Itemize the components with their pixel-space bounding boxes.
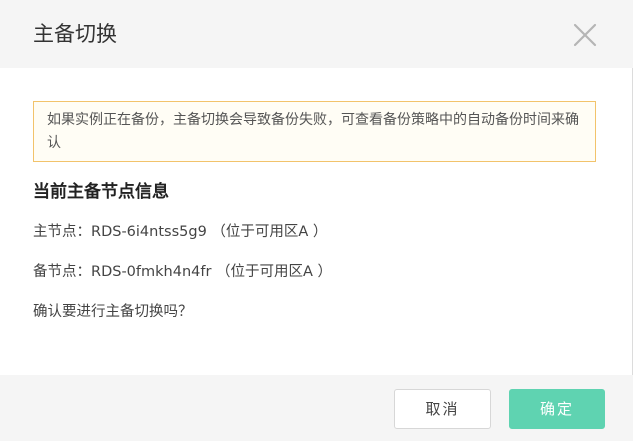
confirm-question: 确认要进行主备切换吗？: [33, 304, 193, 320]
warning-notice: 如果实例正在备份，主备切换会导致备份失败，可查看备份策略中的自动备份时间来确认: [33, 101, 596, 162]
close-icon[interactable]: [571, 21, 599, 49]
close-icon-graphic: [573, 23, 597, 47]
primary-node-label: 主节点：: [33, 224, 91, 240]
section-title: 当前主备节点信息: [33, 182, 169, 202]
primary-node-row: 主节点：RDS-6i4ntss5g9 （位于可用区A ）: [33, 221, 327, 243]
dialog-header: 主备切换: [0, 0, 633, 68]
standby-node-value: RDS-0fmkh4n4fr （位于可用区A ）: [91, 264, 333, 280]
standby-node-row: 备节点：RDS-0fmkh4n4fr （位于可用区A ）: [33, 261, 332, 283]
cancel-button[interactable]: 取消: [394, 389, 491, 429]
dialog-title: 主备切换: [33, 22, 117, 46]
confirm-button[interactable]: 确定: [509, 389, 605, 429]
standby-node-label: 备节点：: [33, 264, 91, 280]
primary-node-value: RDS-6i4ntss5g9 （位于可用区A ）: [91, 224, 328, 240]
failover-dialog: 主备切换 如果实例正在备份，主备切换会导致备份失败，可查看备份策略中的自动备份时…: [0, 0, 633, 441]
